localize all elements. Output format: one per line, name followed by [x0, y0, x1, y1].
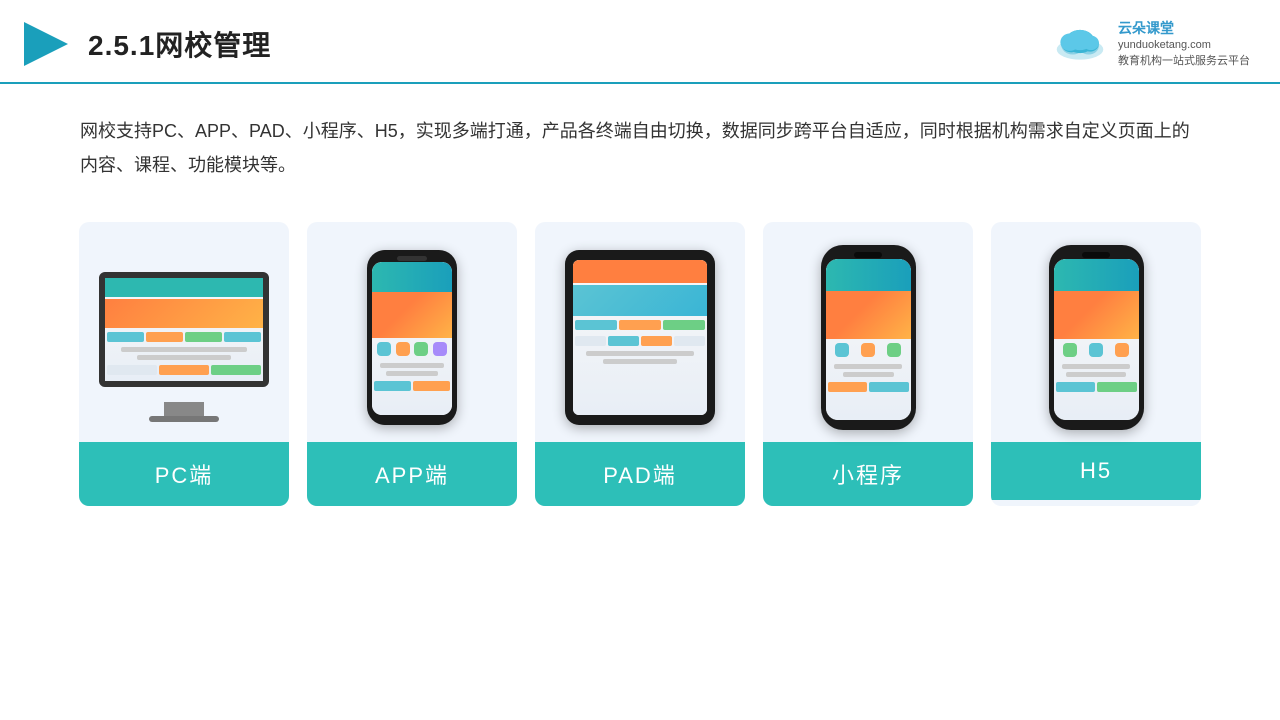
- card-pc-image: [79, 222, 289, 442]
- phone-miniprogram-icon: [821, 245, 916, 430]
- card-miniprogram-image: [763, 222, 973, 442]
- pc-monitor-icon: [94, 272, 274, 402]
- card-h5-label: H5: [991, 442, 1201, 500]
- description-text: 网校支持PC、APP、PAD、小程序、H5，实现多端打通，产品各终端自由切换，数…: [0, 84, 1280, 192]
- card-miniprogram: 小程序: [763, 222, 973, 506]
- card-pad-label: PAD端: [535, 442, 745, 506]
- phone-app-icon: [367, 250, 457, 425]
- tablet-pad-icon: [565, 250, 715, 425]
- page-title: 2.5.1网校管理: [88, 24, 271, 64]
- phone-h5-icon: [1049, 245, 1144, 430]
- play-icon: [20, 18, 72, 70]
- card-app: APP端: [307, 222, 517, 506]
- logo-tagline: 教育机构一站式服务云平台: [1118, 54, 1250, 69]
- card-pc: PC端: [79, 222, 289, 506]
- cards-container: PC端: [0, 192, 1280, 536]
- card-pc-label: PC端: [79, 442, 289, 506]
- card-pad: PAD端: [535, 222, 745, 506]
- description-content: 网校支持PC、APP、PAD、小程序、H5，实现多端打通，产品各终端自由切换，数…: [80, 121, 1190, 175]
- card-app-image: [307, 222, 517, 442]
- logo-url: yunduoketang.com: [1118, 38, 1250, 53]
- card-miniprogram-label: 小程序: [763, 442, 973, 506]
- logo-area: 云朵课堂 yunduoketang.com 教育机构一站式服务云平台: [1050, 19, 1250, 69]
- card-h5-image: [991, 222, 1201, 442]
- logo-icon: [1050, 24, 1110, 64]
- card-pad-image: [535, 222, 745, 442]
- card-h5: H5: [991, 222, 1201, 506]
- logo-text-block: 云朵课堂 yunduoketang.com 教育机构一站式服务云平台: [1118, 19, 1250, 69]
- card-app-label: APP端: [307, 442, 517, 506]
- logo-name: 云朵课堂: [1118, 19, 1250, 39]
- page-header: 2.5.1网校管理 云朵课堂 yunduoketang.com 教育机构一站式服…: [0, 0, 1280, 84]
- header-left: 2.5.1网校管理: [20, 18, 271, 70]
